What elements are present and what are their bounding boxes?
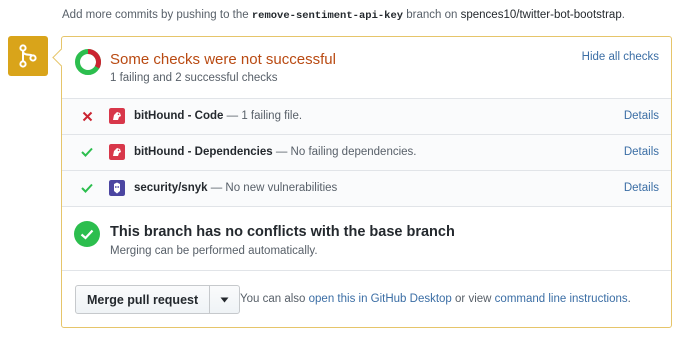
note-prefix: Add more commits by pushing to the bbox=[62, 9, 252, 21]
repo-name: spences10/twitter-bot-bootstrap bbox=[460, 9, 622, 21]
checks-donut-icon bbox=[75, 49, 101, 75]
branch-name: remove-sentiment-api-key bbox=[251, 10, 404, 22]
x-icon bbox=[80, 109, 94, 123]
push-commits-note: Add more commits by pushing to the remov… bbox=[62, 9, 625, 22]
conflict-subtitle: Merging can be performed automatically. bbox=[110, 245, 318, 257]
merge-button-group: Merge pull request bbox=[75, 285, 241, 314]
git-merge-icon bbox=[19, 44, 37, 68]
check-text: bitHound - Dependencies — No failing dep… bbox=[134, 146, 417, 158]
check-icon bbox=[80, 181, 94, 195]
checks-list: bitHound - Code — 1 failing file. Detail… bbox=[62, 99, 671, 207]
merge-actions: Merge pull request You can also open thi… bbox=[62, 271, 671, 327]
command-line-instructions-link[interactable]: command line instructions bbox=[495, 293, 628, 305]
check-name: security/snyk bbox=[134, 182, 208, 194]
conflict-status: This branch has no conflicts with the ba… bbox=[62, 208, 671, 271]
details-link[interactable]: Details bbox=[624, 110, 659, 122]
merge-options-dropdown[interactable] bbox=[210, 286, 239, 313]
check-row-bithound-dependencies: bitHound - Dependencies — No failing dep… bbox=[62, 135, 671, 171]
merge-panel: Some checks were not successful 1 failin… bbox=[61, 36, 672, 328]
note-suffix: . bbox=[621, 9, 625, 21]
check-row-bithound-code: bitHound - Code — 1 failing file. Detail… bbox=[62, 99, 671, 135]
hide-all-checks-link[interactable]: Hide all checks bbox=[582, 51, 659, 63]
checks-summary-subtitle: 1 failing and 2 successful checks bbox=[110, 72, 278, 84]
check-name: bitHound - Code bbox=[134, 110, 224, 122]
bithound-icon bbox=[109, 108, 125, 124]
bithound-icon bbox=[109, 144, 125, 160]
check-text: security/snyk — No new vulnerabilities bbox=[134, 182, 337, 194]
check-circle-icon bbox=[74, 221, 100, 247]
check-description: — 1 failing file. bbox=[223, 110, 303, 122]
conflict-title: This branch has no conflicts with the ba… bbox=[110, 224, 455, 240]
check-name: bitHound - Dependencies bbox=[134, 146, 273, 158]
merge-note-middle: or view bbox=[451, 293, 495, 305]
merge-status-badge bbox=[8, 36, 48, 76]
check-description: — No new vulnerabilities bbox=[207, 182, 338, 194]
details-link[interactable]: Details bbox=[624, 182, 659, 194]
check-icon bbox=[80, 145, 94, 159]
checks-summary-title: Some checks were not successful bbox=[110, 51, 336, 68]
merge-note-prefix: You can also bbox=[240, 293, 309, 305]
note-middle: branch on bbox=[403, 9, 461, 21]
check-description: — No failing dependencies. bbox=[272, 146, 417, 158]
check-text: bitHound - Code — 1 failing file. bbox=[134, 110, 302, 122]
open-in-github-desktop-link[interactable]: open this in GitHub Desktop bbox=[309, 293, 452, 305]
merge-note-suffix: . bbox=[627, 293, 631, 305]
checks-summary: Some checks were not successful 1 failin… bbox=[62, 37, 671, 99]
caret-down-icon bbox=[220, 297, 229, 302]
check-row-snyk: security/snyk — No new vulnerabilities D… bbox=[62, 171, 671, 207]
merge-alternatives-note: You can also open this in GitHub Desktop… bbox=[240, 293, 631, 305]
merge-pull-request-button[interactable]: Merge pull request bbox=[76, 286, 211, 313]
snyk-icon bbox=[109, 180, 125, 196]
details-link[interactable]: Details bbox=[624, 146, 659, 158]
